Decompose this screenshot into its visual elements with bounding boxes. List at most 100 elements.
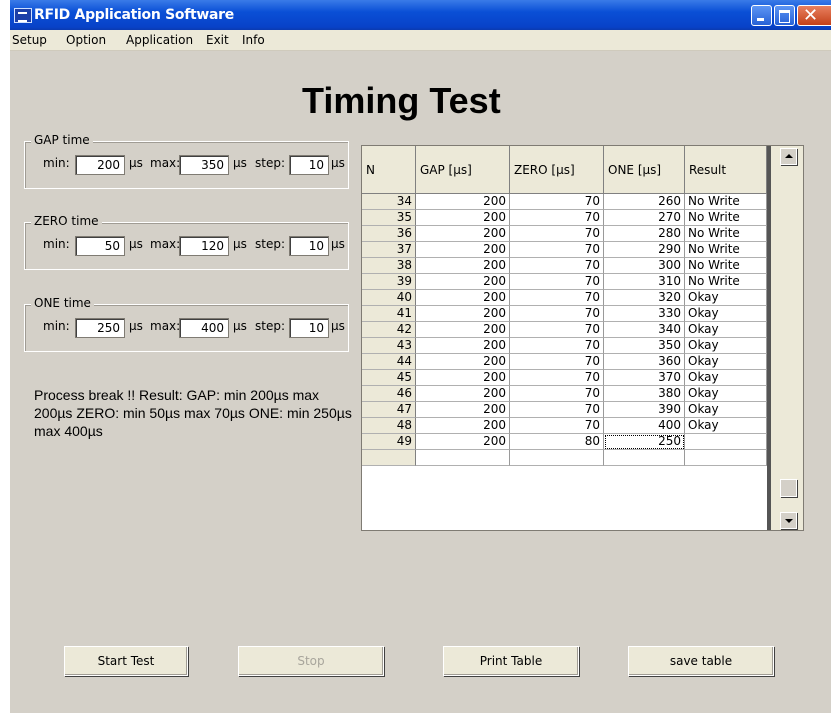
- menu-info[interactable]: Info: [242, 33, 265, 47]
- menu-application[interactable]: Application: [126, 33, 193, 47]
- cell-n[interactable]: 35: [362, 210, 416, 226]
- cell-zero[interactable]: 70: [510, 322, 604, 338]
- cell-n[interactable]: 34: [362, 194, 416, 210]
- cell-zero[interactable]: 70: [510, 306, 604, 322]
- stop-button[interactable]: Stop: [238, 646, 384, 676]
- cell-gap[interactable]: 200: [416, 402, 510, 418]
- cell-result[interactable]: Okay: [685, 338, 767, 354]
- cell-n[interactable]: 49: [362, 434, 416, 450]
- cell-result[interactable]: Okay: [685, 354, 767, 370]
- cell-result[interactable]: Okay: [685, 418, 767, 434]
- cell-n[interactable]: 47: [362, 402, 416, 418]
- results-table[interactable]: N GAP [µs] ZERO [µs] ONE [µs] Result 34 2…: [361, 145, 804, 531]
- maximize-button[interactable]: [774, 5, 795, 26]
- table-row[interactable]: 45 200 70 370 Okay: [362, 370, 767, 386]
- zero-max-field[interactable]: 120: [179, 236, 229, 256]
- cell-result[interactable]: Okay: [685, 402, 767, 418]
- start-test-button[interactable]: Start Test: [64, 646, 188, 676]
- cell-one[interactable]: [604, 450, 685, 466]
- cell-n[interactable]: 43: [362, 338, 416, 354]
- cell-one[interactable]: 370: [604, 370, 685, 386]
- table-row[interactable]: 40 200 70 320 Okay: [362, 290, 767, 306]
- table-row[interactable]: 37 200 70 290 No Write: [362, 242, 767, 258]
- cell-gap[interactable]: 200: [416, 434, 510, 450]
- close-button[interactable]: ✕: [797, 5, 831, 26]
- minimize-button[interactable]: [751, 5, 772, 26]
- scroll-thumb[interactable]: [780, 479, 797, 497]
- table-row[interactable]: 38 200 70 300 No Write: [362, 258, 767, 274]
- table-row[interactable]: 41 200 70 330 Okay: [362, 306, 767, 322]
- cell-one[interactable]: 320: [604, 290, 685, 306]
- cell-gap[interactable]: 200: [416, 274, 510, 290]
- vertical-scrollbar[interactable]: [771, 146, 803, 530]
- cell-result[interactable]: Okay: [685, 370, 767, 386]
- table-row[interactable]: 42 200 70 340 Okay: [362, 322, 767, 338]
- cell-zero[interactable]: 70: [510, 354, 604, 370]
- cell-one[interactable]: 400: [604, 418, 685, 434]
- cell-zero[interactable]: 70: [510, 210, 604, 226]
- menu-setup[interactable]: Setup: [12, 33, 47, 47]
- cell-n[interactable]: 41: [362, 306, 416, 322]
- col-header-gap[interactable]: GAP [µs]: [416, 146, 510, 194]
- save-table-button[interactable]: save table: [628, 646, 774, 676]
- gap-max-field[interactable]: 350: [179, 155, 229, 175]
- cell-zero[interactable]: 70: [510, 370, 604, 386]
- cell-n[interactable]: 48: [362, 418, 416, 434]
- col-header-result[interactable]: Result: [685, 146, 767, 194]
- cell-gap[interactable]: 200: [416, 242, 510, 258]
- table-row[interactable]: 43 200 70 350 Okay: [362, 338, 767, 354]
- cell-result[interactable]: [685, 450, 767, 466]
- menu-option[interactable]: Option: [66, 33, 106, 47]
- cell-gap[interactable]: 200: [416, 226, 510, 242]
- cell-result[interactable]: Okay: [685, 290, 767, 306]
- cell-result[interactable]: Okay: [685, 386, 767, 402]
- cell-result[interactable]: No Write: [685, 210, 767, 226]
- menu-exit[interactable]: Exit: [206, 33, 229, 47]
- scroll-up-button[interactable]: [780, 148, 797, 165]
- one-step-field[interactable]: 10: [289, 318, 329, 338]
- table-row[interactable]: 49 200 80 250: [362, 434, 767, 450]
- title-bar[interactable]: RFID Application Software ✕: [10, 0, 831, 30]
- cell-n[interactable]: 40: [362, 290, 416, 306]
- cell-one[interactable]: 390: [604, 402, 685, 418]
- cell-one[interactable]: 300: [604, 258, 685, 274]
- cell-gap[interactable]: 200: [416, 258, 510, 274]
- cell-zero[interactable]: [510, 450, 604, 466]
- cell-zero[interactable]: 70: [510, 338, 604, 354]
- cell-zero[interactable]: 70: [510, 194, 604, 210]
- cell-n[interactable]: 38: [362, 258, 416, 274]
- cell-result[interactable]: [685, 434, 767, 450]
- cell-one[interactable]: 310: [604, 274, 685, 290]
- zero-min-field[interactable]: 50: [75, 236, 125, 256]
- table-row[interactable]: 44 200 70 360 Okay: [362, 354, 767, 370]
- cell-zero[interactable]: 70: [510, 418, 604, 434]
- cell-gap[interactable]: 200: [416, 322, 510, 338]
- cell-gap[interactable]: 200: [416, 290, 510, 306]
- cell-result[interactable]: Okay: [685, 306, 767, 322]
- col-header-one[interactable]: ONE [µs]: [604, 146, 685, 194]
- cell-gap[interactable]: 200: [416, 306, 510, 322]
- cell-zero[interactable]: 70: [510, 274, 604, 290]
- scroll-down-button[interactable]: [780, 512, 797, 529]
- cell-zero[interactable]: 70: [510, 258, 604, 274]
- cell-result[interactable]: No Write: [685, 258, 767, 274]
- gap-step-field[interactable]: 10: [289, 155, 329, 175]
- table-row[interactable]: 47 200 70 390 Okay: [362, 402, 767, 418]
- cell-n[interactable]: 37: [362, 242, 416, 258]
- cell-n[interactable]: 36: [362, 226, 416, 242]
- table-row[interactable]: 34 200 70 260 No Write: [362, 194, 767, 210]
- cell-one[interactable]: 330: [604, 306, 685, 322]
- cell-n[interactable]: 39: [362, 274, 416, 290]
- cell-gap[interactable]: [416, 450, 510, 466]
- table-row[interactable]: 35 200 70 270 No Write: [362, 210, 767, 226]
- cell-zero[interactable]: 70: [510, 290, 604, 306]
- cell-one[interactable]: 250: [604, 434, 685, 450]
- cell-gap[interactable]: 200: [416, 354, 510, 370]
- one-min-field[interactable]: 250: [75, 318, 125, 338]
- cell-gap[interactable]: 200: [416, 418, 510, 434]
- gap-min-field[interactable]: 200: [75, 155, 125, 175]
- cell-result[interactable]: No Write: [685, 226, 767, 242]
- cell-one[interactable]: 270: [604, 210, 685, 226]
- cell-zero[interactable]: 70: [510, 226, 604, 242]
- cell-one[interactable]: 360: [604, 354, 685, 370]
